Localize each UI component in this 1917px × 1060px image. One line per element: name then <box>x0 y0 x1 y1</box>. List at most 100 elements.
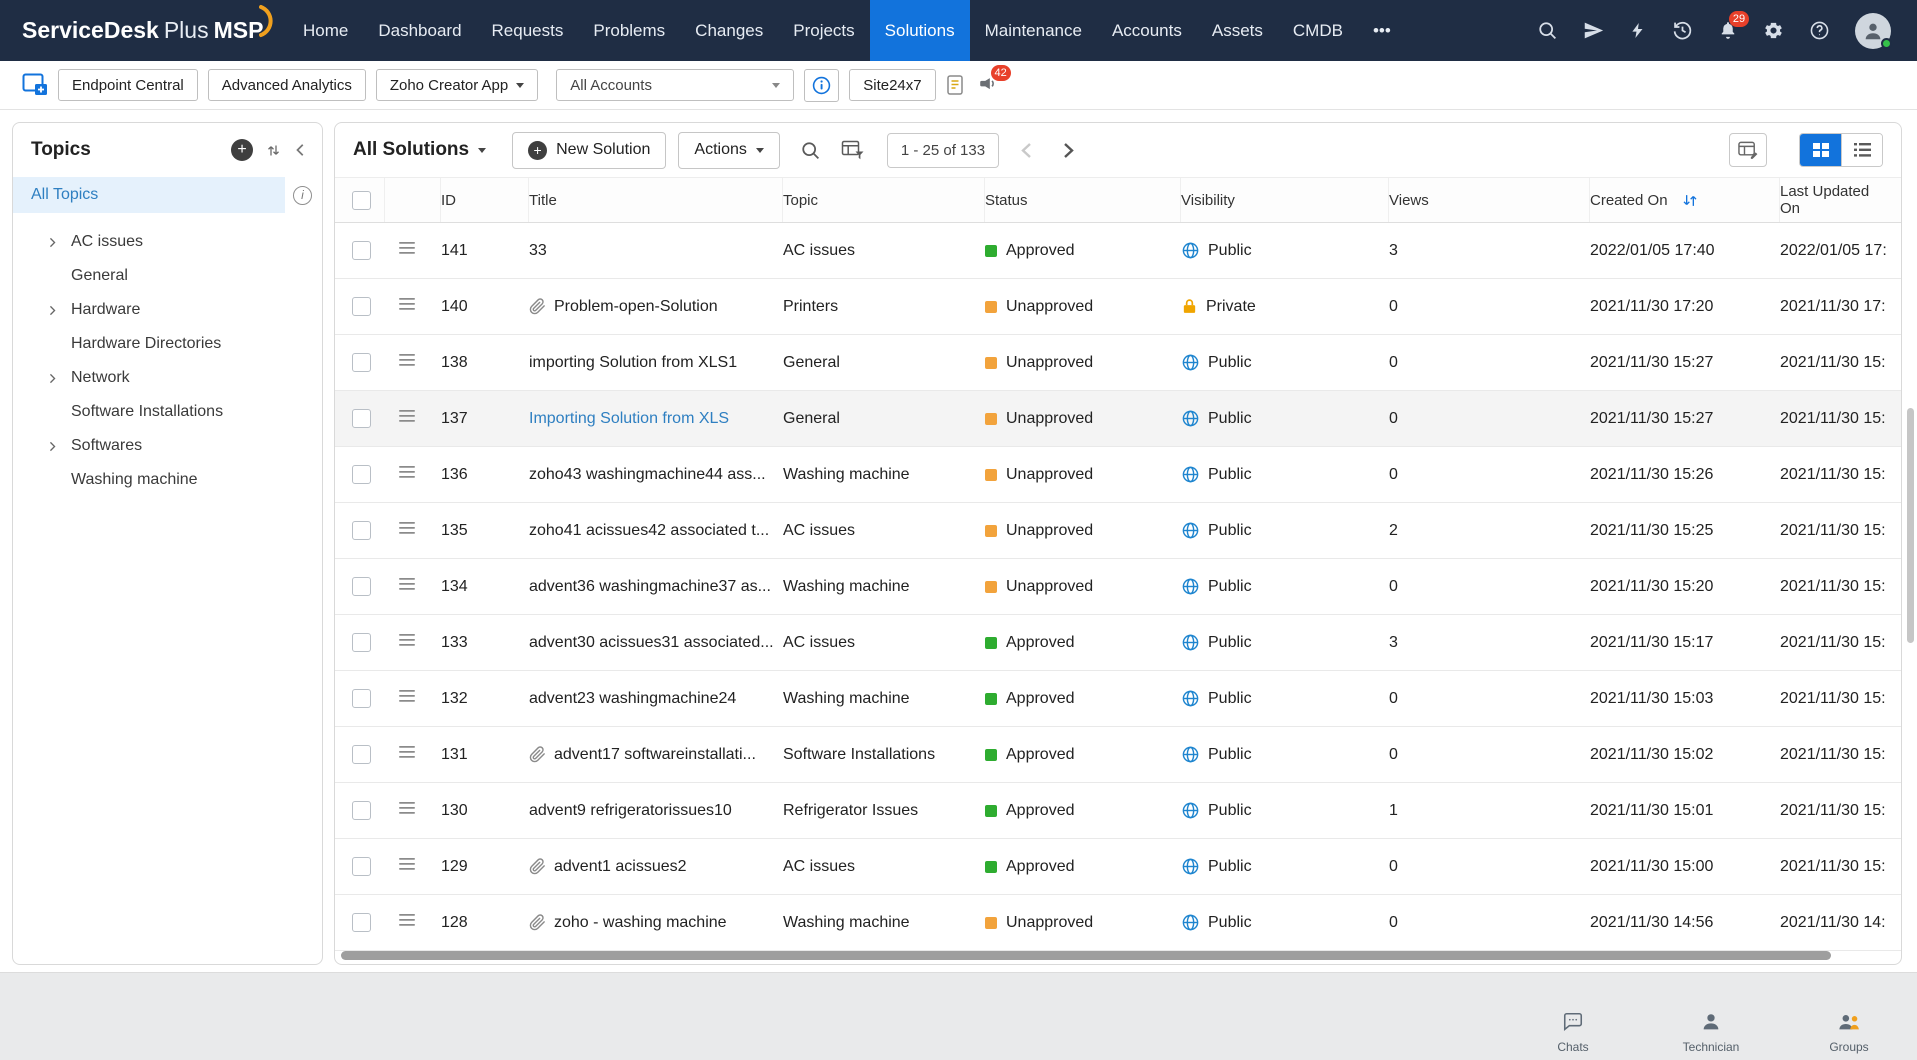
endpoint-central-button[interactable]: Endpoint Central <box>58 69 198 101</box>
table-row[interactable]: 128 zoho - washing machine Washing machine… <box>335 895 1901 951</box>
solution-title[interactable]: advent1 acissues2 <box>554 858 687 876</box>
table-row[interactable]: 138 importing Solution from XLS1 General Un… <box>335 335 1901 391</box>
solution-title[interactable]: advent9 refrigeratorissues10 <box>529 802 732 820</box>
table-row[interactable]: 140 Problem-open-Solution Printers Unapprov… <box>335 279 1901 335</box>
nav-item-dashboard[interactable]: Dashboard <box>363 0 476 61</box>
sidebar-item-general[interactable]: General <box>13 259 322 293</box>
solution-title[interactable]: zoho41 acissues42 associated t... <box>529 522 769 540</box>
solution-title[interactable]: advent30 acissues31 associated... <box>529 634 774 652</box>
account-info-button[interactable] <box>804 68 840 102</box>
drag-handle-icon[interactable] <box>399 409 415 428</box>
row-checkbox[interactable] <box>352 521 371 540</box>
chevron-right-icon[interactable] <box>47 373 71 384</box>
filter-view-icon[interactable] <box>841 140 865 161</box>
nav-item-solutions[interactable]: Solutions <box>869 0 970 61</box>
drag-handle-icon[interactable] <box>399 913 415 932</box>
table-row[interactable]: 132 advent23 washingmachine24 Washing mach… <box>335 671 1901 727</box>
row-checkbox[interactable] <box>352 689 371 708</box>
solution-title[interactable]: advent23 washingmachine24 <box>529 690 736 708</box>
drag-handle-icon[interactable] <box>399 353 415 372</box>
column-header-created-on[interactable]: Created On <box>1590 178 1780 222</box>
column-header-views[interactable]: Views <box>1389 178 1590 222</box>
sidebar-item-software-installations[interactable]: Software Installations <box>13 395 322 429</box>
footer-item-chats[interactable]: Chats <box>1541 1011 1605 1054</box>
row-checkbox[interactable] <box>352 913 371 932</box>
nav-item-requests[interactable]: Requests <box>477 0 579 61</box>
sort-icon[interactable] <box>1682 193 1698 208</box>
row-checkbox[interactable] <box>352 297 371 316</box>
row-checkbox[interactable] <box>352 577 371 596</box>
help-icon[interactable] <box>1809 20 1830 41</box>
row-checkbox[interactable] <box>352 745 371 764</box>
solution-title[interactable]: advent17 softwareinstallati... <box>554 746 756 764</box>
table-row[interactable]: 129 advent1 acissues2 AC issues Approved Pub… <box>335 839 1901 895</box>
row-checkbox[interactable] <box>352 409 371 428</box>
nav-item-problems[interactable]: Problems <box>578 0 680 61</box>
previous-page-button[interactable] <box>1011 135 1041 165</box>
row-checkbox[interactable] <box>352 465 371 484</box>
all-accounts-dropdown[interactable]: All Accounts <box>556 69 795 101</box>
app-logo[interactable]: ServiceDesk Plus MSP <box>0 0 288 61</box>
chevron-right-icon[interactable] <box>47 441 71 452</box>
drag-handle-icon[interactable] <box>399 577 415 596</box>
notifications-bell-icon[interactable]: 29 <box>1718 11 1749 41</box>
drag-handle-icon[interactable] <box>399 465 415 484</box>
solution-title[interactable]: zoho43 washingmachine44 ass... <box>529 466 766 484</box>
actions-dropdown[interactable]: Actions <box>678 131 780 169</box>
footer-item-groups[interactable]: Groups <box>1817 1011 1881 1054</box>
advanced-analytics-button[interactable]: Advanced Analytics <box>207 69 366 101</box>
table-row[interactable]: 136 zoho43 washingmachine44 ass... Washing… <box>335 447 1901 503</box>
nav-item-projects[interactable]: Projects <box>778 0 869 61</box>
site24x7-button[interactable]: Site24x7 <box>849 69 936 101</box>
table-row[interactable]: 135 zoho41 acissues42 associated t... AC i… <box>335 503 1901 559</box>
grid-view-button[interactable] <box>1800 134 1841 166</box>
sidebar-item-all-topics[interactable]: All Topics <box>13 177 285 213</box>
drag-handle-icon[interactable] <box>399 857 415 876</box>
solution-title[interactable]: Problem-open-Solution <box>554 298 718 316</box>
view-selector[interactable]: All Solutions <box>353 139 487 161</box>
add-topic-button[interactable]: + <box>231 139 253 161</box>
sidebar-item-softwares[interactable]: Softwares <box>13 429 322 463</box>
horizontal-scrollbar[interactable] <box>341 951 1831 960</box>
row-checkbox[interactable] <box>352 857 371 876</box>
sidebar-item-hardware[interactable]: Hardware <box>13 293 322 327</box>
solution-title[interactable]: importing Solution from XLS1 <box>529 354 737 372</box>
column-header-last-updated-on[interactable]: Last Updated On <box>1780 178 1901 222</box>
settings-gear-icon[interactable] <box>1763 20 1784 41</box>
nav-item-more[interactable]: ••• <box>1358 0 1406 61</box>
zoho-creator-dropdown[interactable]: Zoho Creator App <box>375 69 539 101</box>
nav-item-cmdb[interactable]: CMDB <box>1278 0 1358 61</box>
next-page-button[interactable] <box>1053 135 1083 165</box>
drag-handle-icon[interactable] <box>399 633 415 652</box>
info-icon[interactable]: i <box>293 185 312 205</box>
column-header-id[interactable]: ID <box>441 178 529 222</box>
table-row[interactable]: 141 33 AC issues Approved Public 3 2022/01/05 … <box>335 223 1901 279</box>
table-row[interactable]: 130 advent9 refrigeratorissues10 Refrigera… <box>335 783 1901 839</box>
add-panel-icon[interactable] <box>22 73 48 97</box>
release-notes-icon[interactable] <box>946 74 966 96</box>
list-view-button[interactable] <box>1841 134 1882 166</box>
row-checkbox[interactable] <box>352 353 371 372</box>
sidebar-item-washing-machine[interactable]: Washing machine <box>13 463 322 497</box>
row-checkbox[interactable] <box>352 241 371 260</box>
search-icon[interactable] <box>1537 20 1558 41</box>
drag-handle-icon[interactable] <box>399 801 415 820</box>
column-header-visibility[interactable]: Visibility <box>1181 178 1389 222</box>
nav-item-changes[interactable]: Changes <box>680 0 778 61</box>
solution-title[interactable]: 33 <box>529 242 547 260</box>
row-checkbox[interactable] <box>352 801 371 820</box>
solution-title[interactable]: advent36 washingmachine37 as... <box>529 578 771 596</box>
table-row[interactable]: 134 advent36 washingmachine37 as... Washin… <box>335 559 1901 615</box>
drag-handle-icon[interactable] <box>399 689 415 708</box>
nav-item-home[interactable]: Home <box>288 0 363 61</box>
new-solution-button[interactable]: + New Solution <box>512 131 667 169</box>
select-all-checkbox[interactable] <box>352 190 371 210</box>
chevron-right-icon[interactable] <box>47 305 71 316</box>
nav-item-accounts[interactable]: Accounts <box>1097 0 1197 61</box>
search-solutions-icon[interactable] <box>800 140 821 161</box>
column-header-status[interactable]: Status <box>985 178 1181 222</box>
table-row[interactable]: 133 advent30 acissues31 associated... AC i… <box>335 615 1901 671</box>
collapse-sidebar-icon[interactable] <box>294 143 308 157</box>
footer-item-technician[interactable]: Technician <box>1679 1011 1743 1054</box>
whats-new-icon[interactable] <box>1583 20 1604 41</box>
